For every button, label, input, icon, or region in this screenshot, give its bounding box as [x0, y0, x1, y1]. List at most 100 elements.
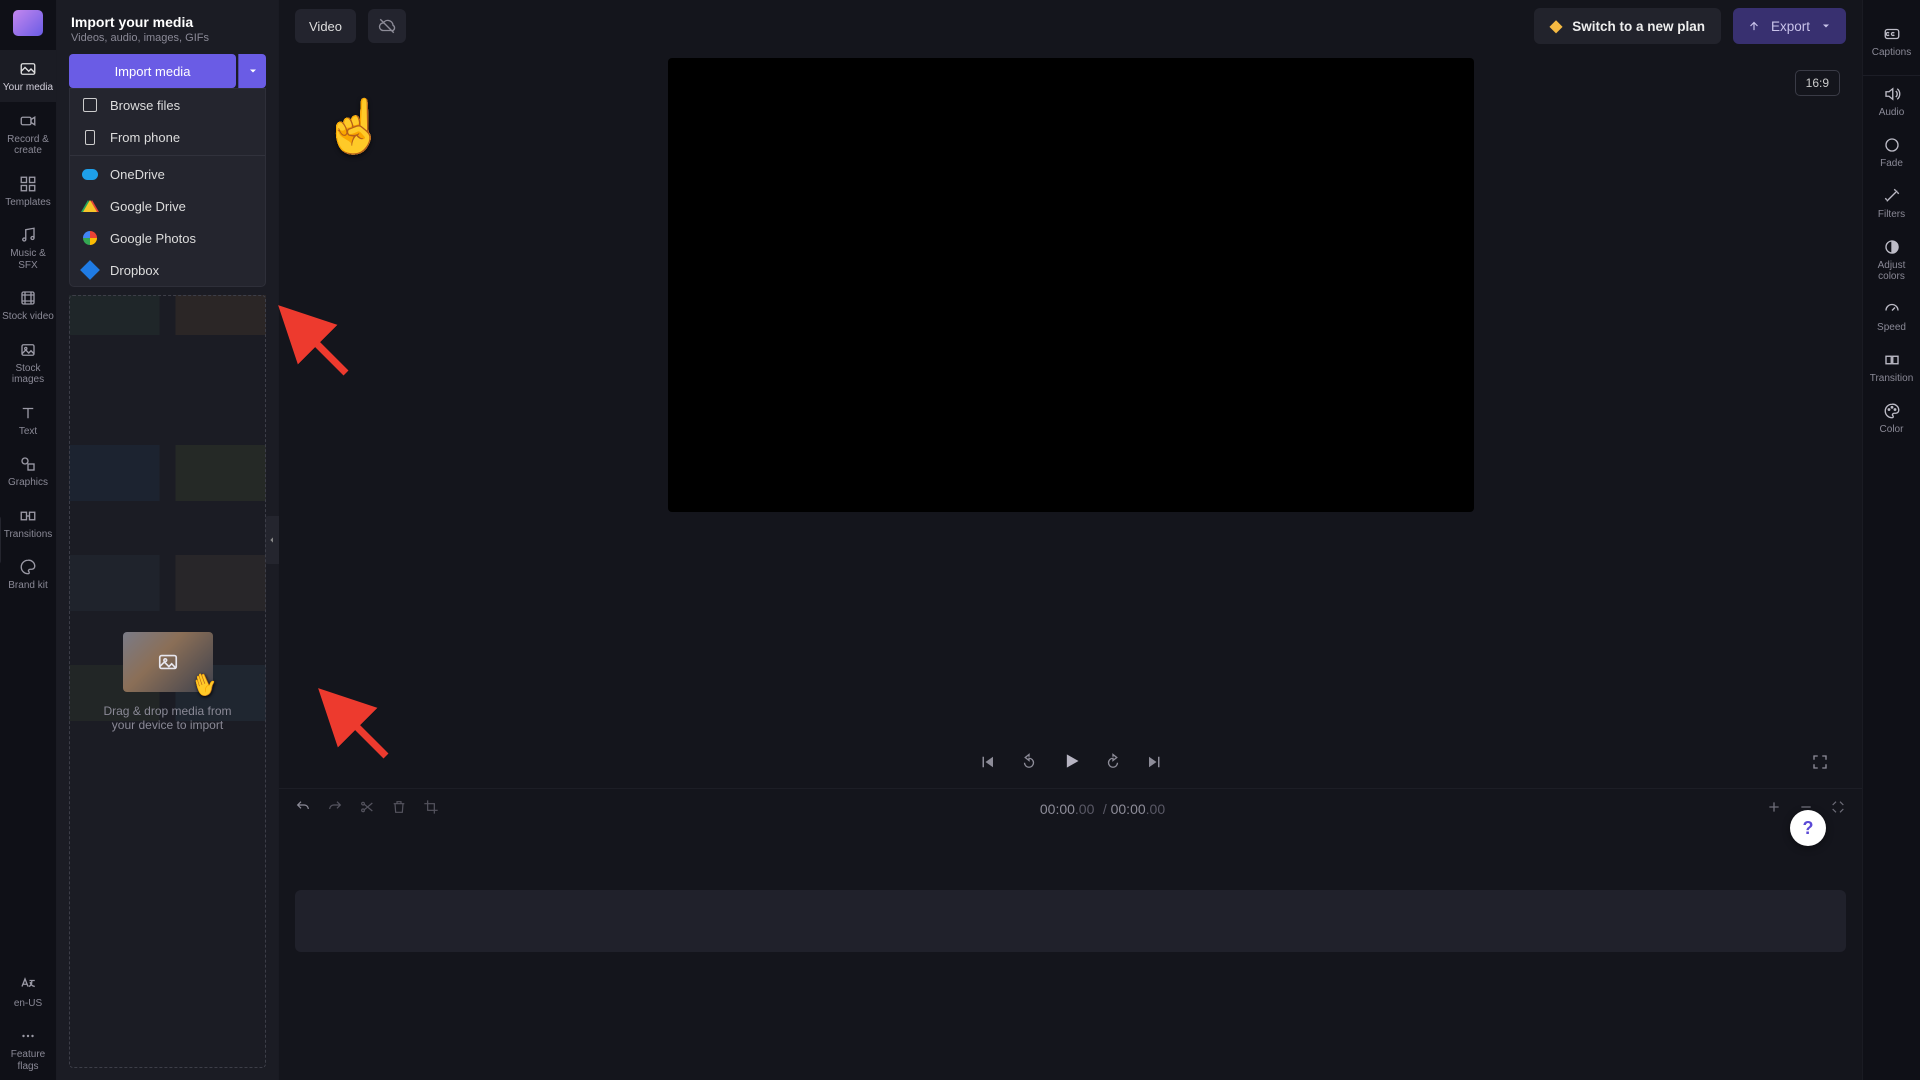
plus-icon	[1766, 799, 1782, 815]
zoom-in-button[interactable]	[1766, 799, 1782, 820]
sidebar-item-feature-flags[interactable]: Feature flags	[0, 1017, 56, 1080]
dropbox-icon	[82, 262, 98, 278]
play-icon	[1061, 751, 1081, 771]
dropdown-item-browse-files[interactable]: Browse files	[70, 89, 265, 121]
fade-icon	[1883, 136, 1901, 154]
sidebar-item-label: Brand kit	[8, 580, 47, 592]
switch-plan-button[interactable]: ◆ Switch to a new plan	[1534, 8, 1721, 44]
sidebar-item-locale[interactable]: en-US	[0, 966, 56, 1018]
undo-button[interactable]	[295, 799, 311, 820]
google-photos-icon	[82, 230, 98, 246]
sidebar-item-label: Record & create	[7, 134, 49, 157]
sidebar-item-label: Stock video	[2, 311, 54, 323]
dropdown-item-dropbox[interactable]: Dropbox	[70, 254, 265, 286]
sidebar-item-templates[interactable]: Templates	[0, 165, 56, 217]
tool-speed[interactable]: Speed	[1863, 291, 1920, 342]
onedrive-icon	[82, 166, 98, 182]
timeline-track-empty[interactable]	[295, 890, 1846, 952]
dropdown-item-onedrive[interactable]: OneDrive	[70, 158, 265, 190]
scissors-icon	[359, 799, 375, 815]
locale-label: en-US	[14, 998, 42, 1010]
tool-fade[interactable]: Fade	[1863, 127, 1920, 178]
prev-frame-button[interactable]	[975, 753, 999, 776]
sidebar-item-label: Graphics	[8, 477, 48, 489]
feature-flags-label: Feature flags	[11, 1049, 45, 1072]
dropdown-item-google-drive[interactable]: Google Drive	[70, 190, 265, 222]
left-nav: Your media Record & create Templates Mus…	[0, 0, 57, 1080]
skip-prev-icon	[978, 753, 996, 771]
timecode-current-ms: .00	[1075, 801, 1094, 817]
right-tools-collapse-handle[interactable]	[0, 516, 1, 564]
app-logo	[13, 10, 43, 36]
import-source-dropdown: Browse files From phone OneDrive Google …	[69, 88, 266, 287]
aspect-ratio-value: 16:9	[1806, 76, 1829, 90]
timecode-total-ms: .00	[1146, 801, 1165, 817]
redo-icon	[327, 799, 343, 815]
media-panel-collapse-handle[interactable]	[265, 516, 279, 564]
import-media-button[interactable]: Import media	[69, 54, 236, 88]
forward-button[interactable]	[1101, 753, 1125, 776]
sidebar-item-stock-images[interactable]: Stock images	[0, 331, 56, 394]
tool-audio[interactable]: Audio	[1863, 76, 1920, 127]
export-button[interactable]: Export	[1733, 8, 1846, 44]
video-title-input[interactable]: Video	[295, 9, 356, 43]
delete-button[interactable]	[391, 799, 407, 820]
sidebar-item-music[interactable]: Music & SFX	[0, 216, 56, 279]
tool-filters[interactable]: Filters	[1863, 178, 1920, 229]
tool-color[interactable]: Color	[1863, 393, 1920, 444]
palette-icon	[1883, 402, 1901, 420]
text-icon	[19, 404, 37, 422]
tool-label: Transition	[1870, 373, 1914, 384]
right-tools: Captions Audio Fade Filters Adjust color…	[1862, 0, 1920, 1080]
tool-label: Audio	[1879, 107, 1905, 118]
next-frame-button[interactable]	[1143, 753, 1167, 776]
sidebar-item-record[interactable]: Record & create	[0, 102, 56, 165]
crop-button[interactable]	[423, 799, 439, 820]
tool-label: Captions	[1872, 47, 1911, 58]
cloud-sync-off-button[interactable]	[368, 9, 406, 43]
timecode-current: 00:00	[1040, 801, 1075, 817]
chevron-left-icon	[268, 535, 276, 545]
dropdown-item-from-phone[interactable]: From phone	[70, 121, 265, 153]
media-panel-title: Import your media	[71, 14, 264, 30]
dropdown-item-google-photos[interactable]: Google Photos	[70, 222, 265, 254]
dropdown-item-label: OneDrive	[110, 167, 165, 182]
sidebar-item-graphics[interactable]: Graphics	[0, 445, 56, 497]
timeline[interactable]	[279, 830, 1862, 1080]
tool-adjust-colors[interactable]: Adjust colors	[1863, 229, 1920, 291]
play-button[interactable]	[1059, 751, 1083, 777]
aspect-ratio-button[interactable]: 16:9	[1795, 70, 1840, 96]
music-icon	[19, 226, 37, 244]
fullscreen-icon	[1811, 753, 1829, 771]
sidebar-item-your-media[interactable]: Your media	[0, 50, 56, 102]
media-panel: Import your media Videos, audio, images,…	[57, 0, 279, 1080]
image-icon	[157, 651, 179, 673]
split-button[interactable]	[359, 799, 375, 820]
sidebar-item-text[interactable]: Text	[0, 394, 56, 446]
more-icon	[19, 1027, 37, 1045]
import-media-dropdown-toggle[interactable]	[238, 54, 266, 88]
video-preview-canvas[interactable]	[668, 58, 1474, 512]
help-button[interactable]: ?	[1790, 810, 1826, 846]
sidebar-item-label: Music & SFX	[0, 248, 56, 271]
upload-icon	[1747, 19, 1761, 33]
timecode-total: 00:00	[1111, 801, 1146, 817]
media-drop-zone[interactable]: ✋ Drag & drop media from your device to …	[69, 295, 266, 1068]
rewind-button[interactable]	[1017, 753, 1041, 776]
fullscreen-button[interactable]	[1808, 753, 1832, 776]
sidebar-item-transitions[interactable]: Transitions	[0, 497, 56, 549]
sidebar-item-brand-kit[interactable]: Brand kit	[0, 548, 56, 600]
skip-next-icon	[1146, 753, 1164, 771]
film-icon	[19, 289, 37, 307]
tool-transition[interactable]: Transition	[1863, 342, 1920, 393]
timeline-timecode: 00:00.00 / 00:00.00	[455, 801, 1750, 818]
redo-button[interactable]	[327, 799, 343, 820]
tool-captions[interactable]: Captions	[1863, 16, 1920, 67]
sidebar-item-stock-video[interactable]: Stock video	[0, 279, 56, 331]
tool-label: Adjust colors	[1878, 260, 1906, 282]
tool-label: Fade	[1880, 158, 1903, 169]
camcorder-icon	[19, 112, 37, 130]
speaker-icon	[1883, 85, 1901, 103]
zoom-fit-button[interactable]	[1830, 799, 1846, 820]
switch-plan-label: Switch to a new plan	[1572, 19, 1705, 34]
